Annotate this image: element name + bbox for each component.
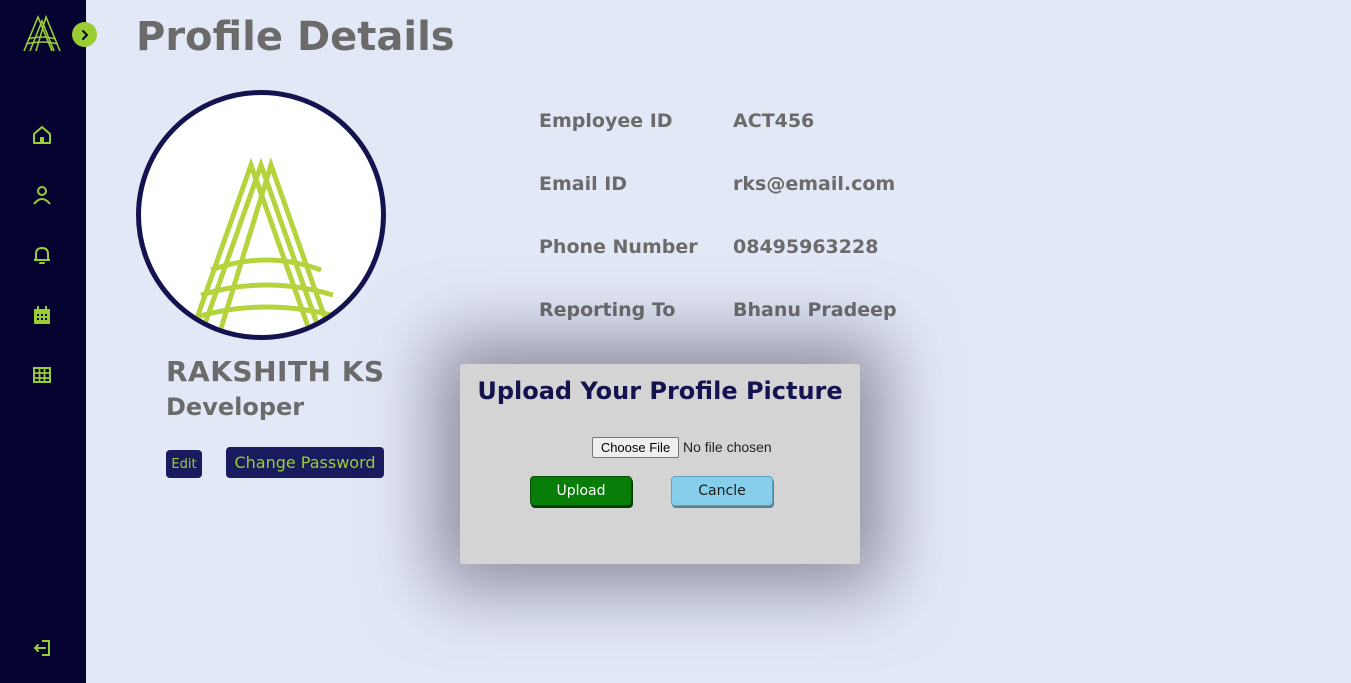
reporting-to-label: Reporting To xyxy=(539,299,676,321)
calendar-icon[interactable] xyxy=(31,304,53,326)
logout-icon[interactable] xyxy=(31,637,53,659)
email-id-value: rks@email.com xyxy=(733,173,896,195)
choose-file-button[interactable]: Choose File xyxy=(592,437,679,458)
a-logo-icon[interactable] xyxy=(22,15,62,53)
bell-icon[interactable] xyxy=(31,244,53,266)
edit-button[interactable]: Edit xyxy=(166,450,202,478)
chevron-right-icon xyxy=(81,29,88,40)
sidebar xyxy=(0,0,97,683)
sidebar-expand-button[interactable] xyxy=(72,22,97,47)
change-password-button[interactable]: Change Password xyxy=(226,447,384,478)
phone-number-value: 08495963228 xyxy=(733,236,879,258)
cancel-button[interactable]: Cancle xyxy=(671,476,773,506)
upload-profile-picture-modal: Upload Your Profile Picture Choose File … xyxy=(460,364,860,564)
employee-id-label: Employee ID xyxy=(539,110,673,132)
page-title: Profile Details xyxy=(136,14,455,60)
modal-title: Upload Your Profile Picture xyxy=(477,377,843,405)
employee-id-value: ACT456 xyxy=(733,110,815,132)
grid-icon[interactable] xyxy=(31,364,53,386)
phone-number-label: Phone Number xyxy=(539,236,698,258)
user-role: Developer xyxy=(166,393,305,421)
reporting-to-value: Bhanu Pradeep xyxy=(733,299,897,321)
avatar[interactable] xyxy=(136,90,386,340)
user-name: RAKSHITH KS xyxy=(166,355,385,388)
user-icon[interactable] xyxy=(31,184,53,206)
home-icon[interactable] xyxy=(31,124,53,146)
file-status-text: No file chosen xyxy=(683,439,772,455)
upload-button[interactable]: Upload xyxy=(530,476,632,506)
email-id-label: Email ID xyxy=(539,173,628,195)
a-logo-icon xyxy=(188,157,340,335)
